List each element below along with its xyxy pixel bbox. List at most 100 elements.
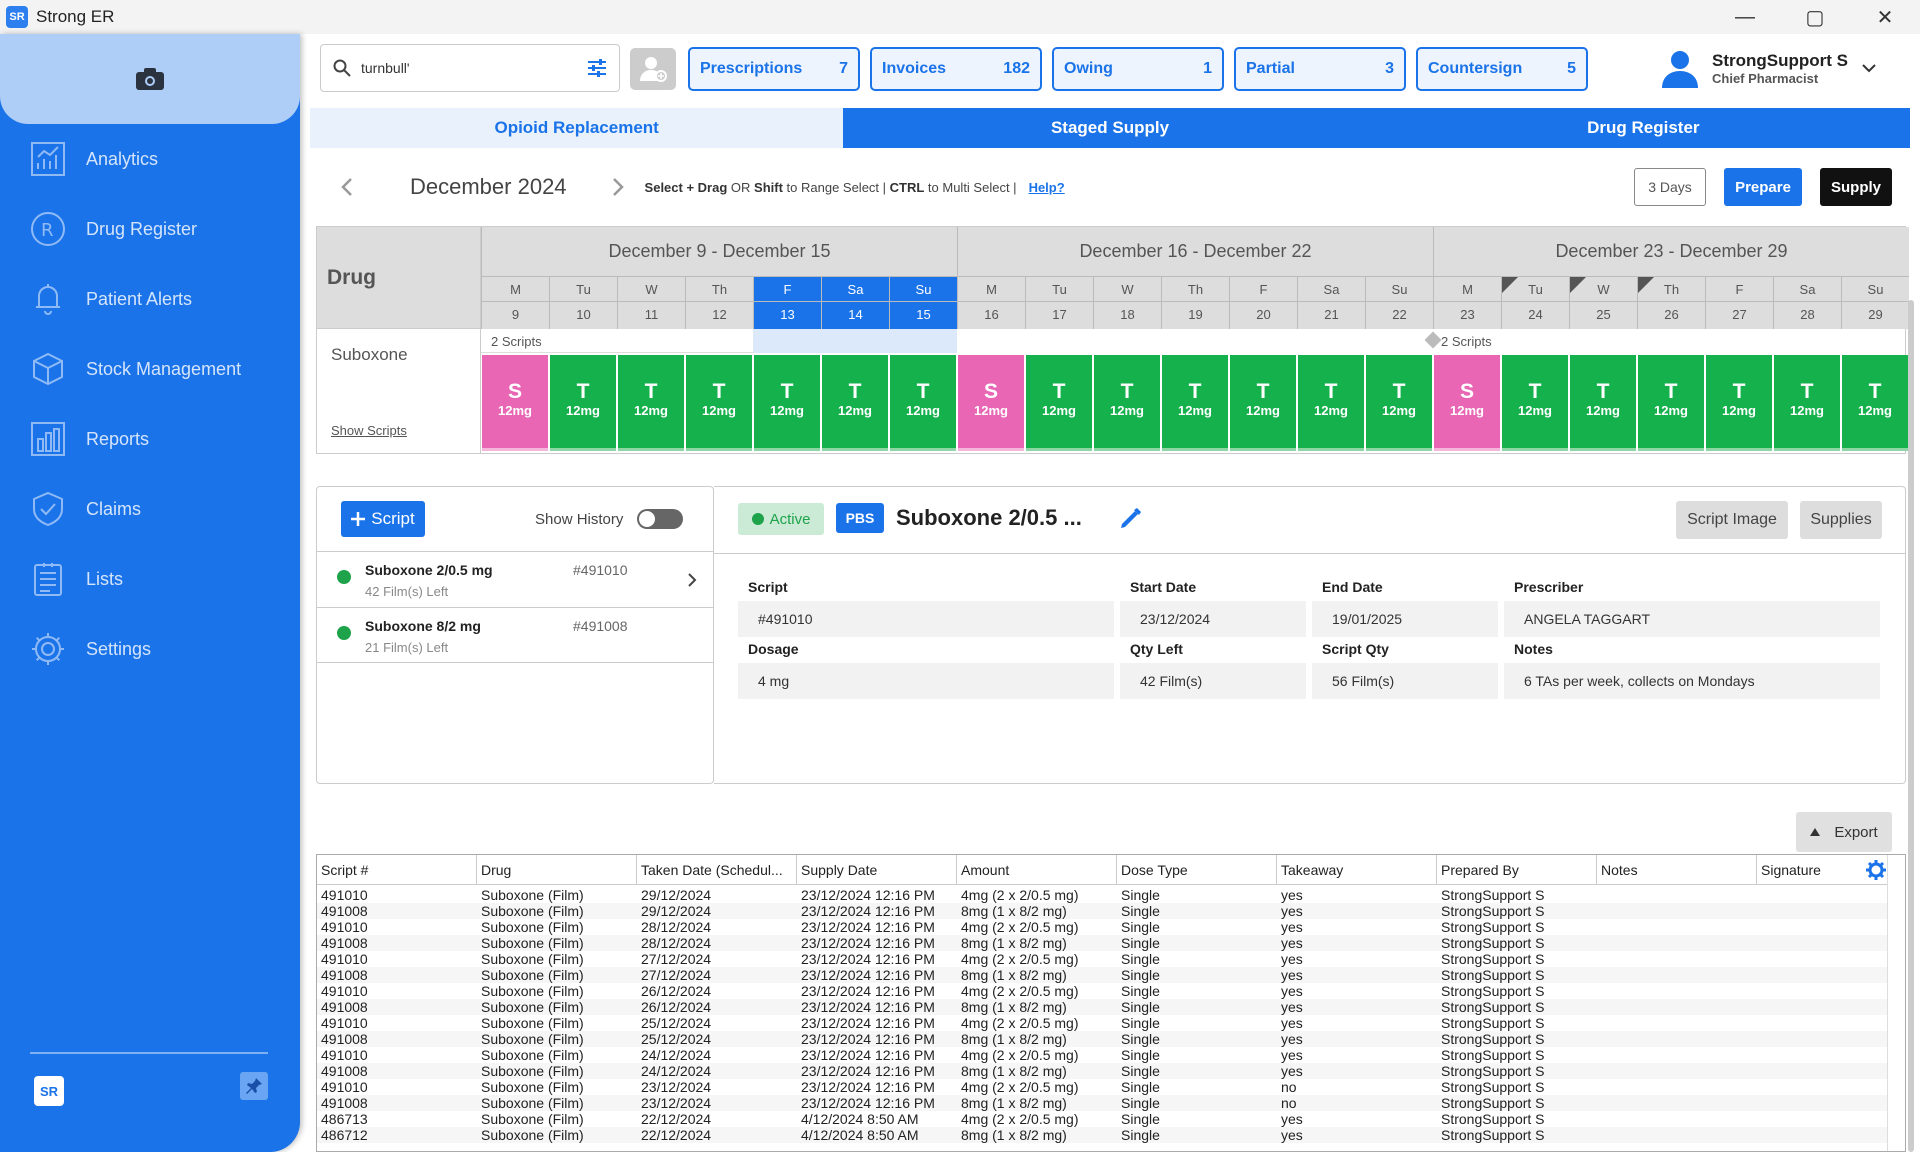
dose-cell[interactable]: T 12mg <box>1298 355 1364 451</box>
table-row[interactable]: 491010 Suboxone (Film) 24/12/2024 23/12/202… <box>317 1047 1889 1063</box>
sidebar-item-lists[interactable]: Lists <box>0 544 300 614</box>
add-script-button[interactable]: Script <box>341 501 425 537</box>
calendar-day[interactable]: Tu 17 <box>1025 277 1093 329</box>
dose-cell[interactable]: S 12mg <box>958 355 1024 451</box>
table-row[interactable]: 491010 Suboxone (Film) 27/12/2024 23/12/202… <box>317 951 1889 967</box>
column-header[interactable]: Takeaway <box>1277 855 1437 885</box>
days-button[interactable]: 3 Days <box>1634 168 1706 206</box>
calendar-day[interactable]: W 18 <box>1093 277 1161 329</box>
table-row[interactable]: 486713 Suboxone (Film) 22/12/2024 4/12/2024… <box>317 1111 1889 1127</box>
calendar-day[interactable]: F 27 <box>1705 277 1773 329</box>
calendar-day[interactable]: Th 12 <box>685 277 753 329</box>
calendar-day[interactable]: M9 <box>481 277 549 329</box>
search-box[interactable]: turnbull' <box>320 44 620 92</box>
sidebar-item-analytics[interactable]: Analytics <box>0 124 300 194</box>
dose-cell[interactable]: T 12mg <box>1638 355 1704 451</box>
calendar-day[interactable]: Th 19 <box>1161 277 1229 329</box>
tab-drug-register[interactable]: Drug Register <box>1376 108 1910 148</box>
search-input[interactable]: turnbull' <box>361 60 587 76</box>
dose-cell[interactable]: T 12mg <box>1774 355 1840 451</box>
dose-cell[interactable]: T 12mg <box>550 355 616 451</box>
dose-cell[interactable]: T 12mg <box>1230 355 1296 451</box>
dose-cell[interactable]: T 12mg <box>1570 355 1636 451</box>
owing-button[interactable]: Owing 1 <box>1052 47 1224 91</box>
calendar-day[interactable]: M 23 <box>1433 277 1501 329</box>
calendar-day[interactable]: Sa 14 <box>821 277 889 329</box>
dose-cell[interactable]: T 12mg <box>1094 355 1160 451</box>
sidebar-item-reports[interactable]: Reports <box>0 404 300 474</box>
calendar-day[interactable]: Th 26 <box>1637 277 1705 329</box>
dose-cell[interactable]: T 12mg <box>1502 355 1568 451</box>
table-row[interactable]: 491008 Suboxone (Film) 29/12/2024 23/12/202… <box>317 903 1889 919</box>
dose-cell[interactable]: T 12mg <box>822 355 888 451</box>
column-header[interactable]: Dose Type <box>1117 855 1277 885</box>
column-header[interactable]: Supply Date <box>797 855 957 885</box>
user-menu[interactable]: StrongSupport S Chief Pharmacist <box>1660 48 1876 88</box>
export-button[interactable]: Export <box>1796 812 1892 852</box>
calendar-day[interactable]: Sa 28 <box>1773 277 1841 329</box>
sidebar-item-claims[interactable]: Claims <box>0 474 300 544</box>
dose-cell[interactable]: T 12mg <box>618 355 684 451</box>
close-button[interactable]: ✕ <box>1850 0 1920 34</box>
prepare-button[interactable]: Prepare <box>1724 168 1802 206</box>
chevron-left-icon[interactable] <box>340 177 354 197</box>
table-row[interactable]: 491010 Suboxone (Film) 29/12/2024 23/12/202… <box>317 887 1889 903</box>
pencil-icon[interactable] <box>1118 507 1142 531</box>
table-row[interactable]: 491010 Suboxone (Film) 28/12/2024 23/12/202… <box>317 919 1889 935</box>
dose-cell[interactable]: S 12mg <box>482 355 548 451</box>
column-header[interactable]: Taken Date (Schedul... <box>637 855 797 885</box>
table-row[interactable]: 491008 Suboxone (Film) 27/12/2024 23/12/202… <box>317 967 1889 983</box>
calendar-day[interactable]: W 11 <box>617 277 685 329</box>
table-row[interactable]: 491008 Suboxone (Film) 25/12/2024 23/12/202… <box>317 1031 1889 1047</box>
sidebar-item-drug-register[interactable]: R Drug Register <box>0 194 300 264</box>
countersign-button[interactable]: Countersign 5 <box>1416 47 1588 91</box>
calendar-day[interactable]: Tu 24 <box>1501 277 1569 329</box>
chevron-down-icon[interactable] <box>1862 63 1876 73</box>
maximize-button[interactable]: ▢ <box>1780 0 1850 34</box>
supplies-button[interactable]: Supplies <box>1800 501 1882 539</box>
calendar-day[interactable]: F 13 <box>753 277 821 329</box>
page-scrollbar[interactable] <box>1908 300 1914 1152</box>
dose-cell[interactable]: T 12mg <box>1366 355 1432 451</box>
calendar-day[interactable]: W 25 <box>1569 277 1637 329</box>
pin-button[interactable] <box>240 1072 268 1100</box>
dose-cell[interactable]: T 12mg <box>1706 355 1772 451</box>
table-row[interactable]: 491008 Suboxone (Film) 24/12/2024 23/12/202… <box>317 1063 1889 1079</box>
dose-cell[interactable]: T 12mg <box>686 355 752 451</box>
dose-cell[interactable]: S 12mg <box>1434 355 1500 451</box>
tab-opioid-replacement[interactable]: Opioid Replacement <box>310 108 844 148</box>
column-header[interactable]: Notes <box>1597 855 1757 885</box>
prescriptions-button[interactable]: Prescriptions 7 <box>688 47 860 91</box>
partial-button[interactable]: Partial 3 <box>1234 47 1406 91</box>
script-image-button[interactable]: Script Image <box>1676 501 1788 539</box>
camera-button[interactable] <box>0 34 300 124</box>
calendar-day[interactable]: Su 22 <box>1365 277 1433 329</box>
table-scrollbar[interactable] <box>1887 855 1905 1151</box>
table-row[interactable]: 491008 Suboxone (Film) 28/12/2024 23/12/202… <box>317 935 1889 951</box>
table-row[interactable]: 491010 Suboxone (Film) 25/12/2024 23/12/202… <box>317 1015 1889 1031</box>
calendar-day[interactable]: Su 15 <box>889 277 957 329</box>
tab-staged-supply[interactable]: Staged Supply <box>843 108 1377 148</box>
show-scripts-link[interactable]: Show Scripts <box>331 423 407 438</box>
calendar-day[interactable]: Su 29 <box>1841 277 1909 329</box>
help-link[interactable]: Help? <box>1029 180 1065 195</box>
show-history-toggle[interactable] <box>637 509 683 529</box>
dose-cell[interactable]: T 12mg <box>890 355 956 451</box>
script-list-item[interactable]: Suboxone 2/0.5 mg 42 Film(s) Left #49101… <box>317 551 713 607</box>
column-header[interactable]: Drug <box>477 855 637 885</box>
table-row[interactable]: 491008 Suboxone (Film) 23/12/2024 23/12/202… <box>317 1095 1889 1111</box>
sidebar-item-stock-management[interactable]: Stock Management <box>0 334 300 404</box>
dose-cell[interactable]: T 12mg <box>1026 355 1092 451</box>
supply-button[interactable]: Supply <box>1820 168 1892 206</box>
chevron-right-icon[interactable] <box>611 177 625 197</box>
calendar-day[interactable]: Tu 10 <box>549 277 617 329</box>
table-row[interactable]: 486712 Suboxone (Film) 22/12/2024 4/12/2024… <box>317 1127 1889 1143</box>
table-row[interactable]: 491010 Suboxone (Film) 26/12/2024 23/12/202… <box>317 983 1889 999</box>
add-patient-button[interactable] <box>630 48 676 90</box>
column-header[interactable]: Amount <box>957 855 1117 885</box>
calendar-day[interactable]: F 20 <box>1229 277 1297 329</box>
sr-logo[interactable]: SR <box>34 1076 64 1106</box>
minimize-button[interactable]: — <box>1710 0 1780 34</box>
table-row[interactable]: 491010 Suboxone (Film) 23/12/2024 23/12/202… <box>317 1079 1889 1095</box>
calendar-day[interactable]: Sa 21 <box>1297 277 1365 329</box>
